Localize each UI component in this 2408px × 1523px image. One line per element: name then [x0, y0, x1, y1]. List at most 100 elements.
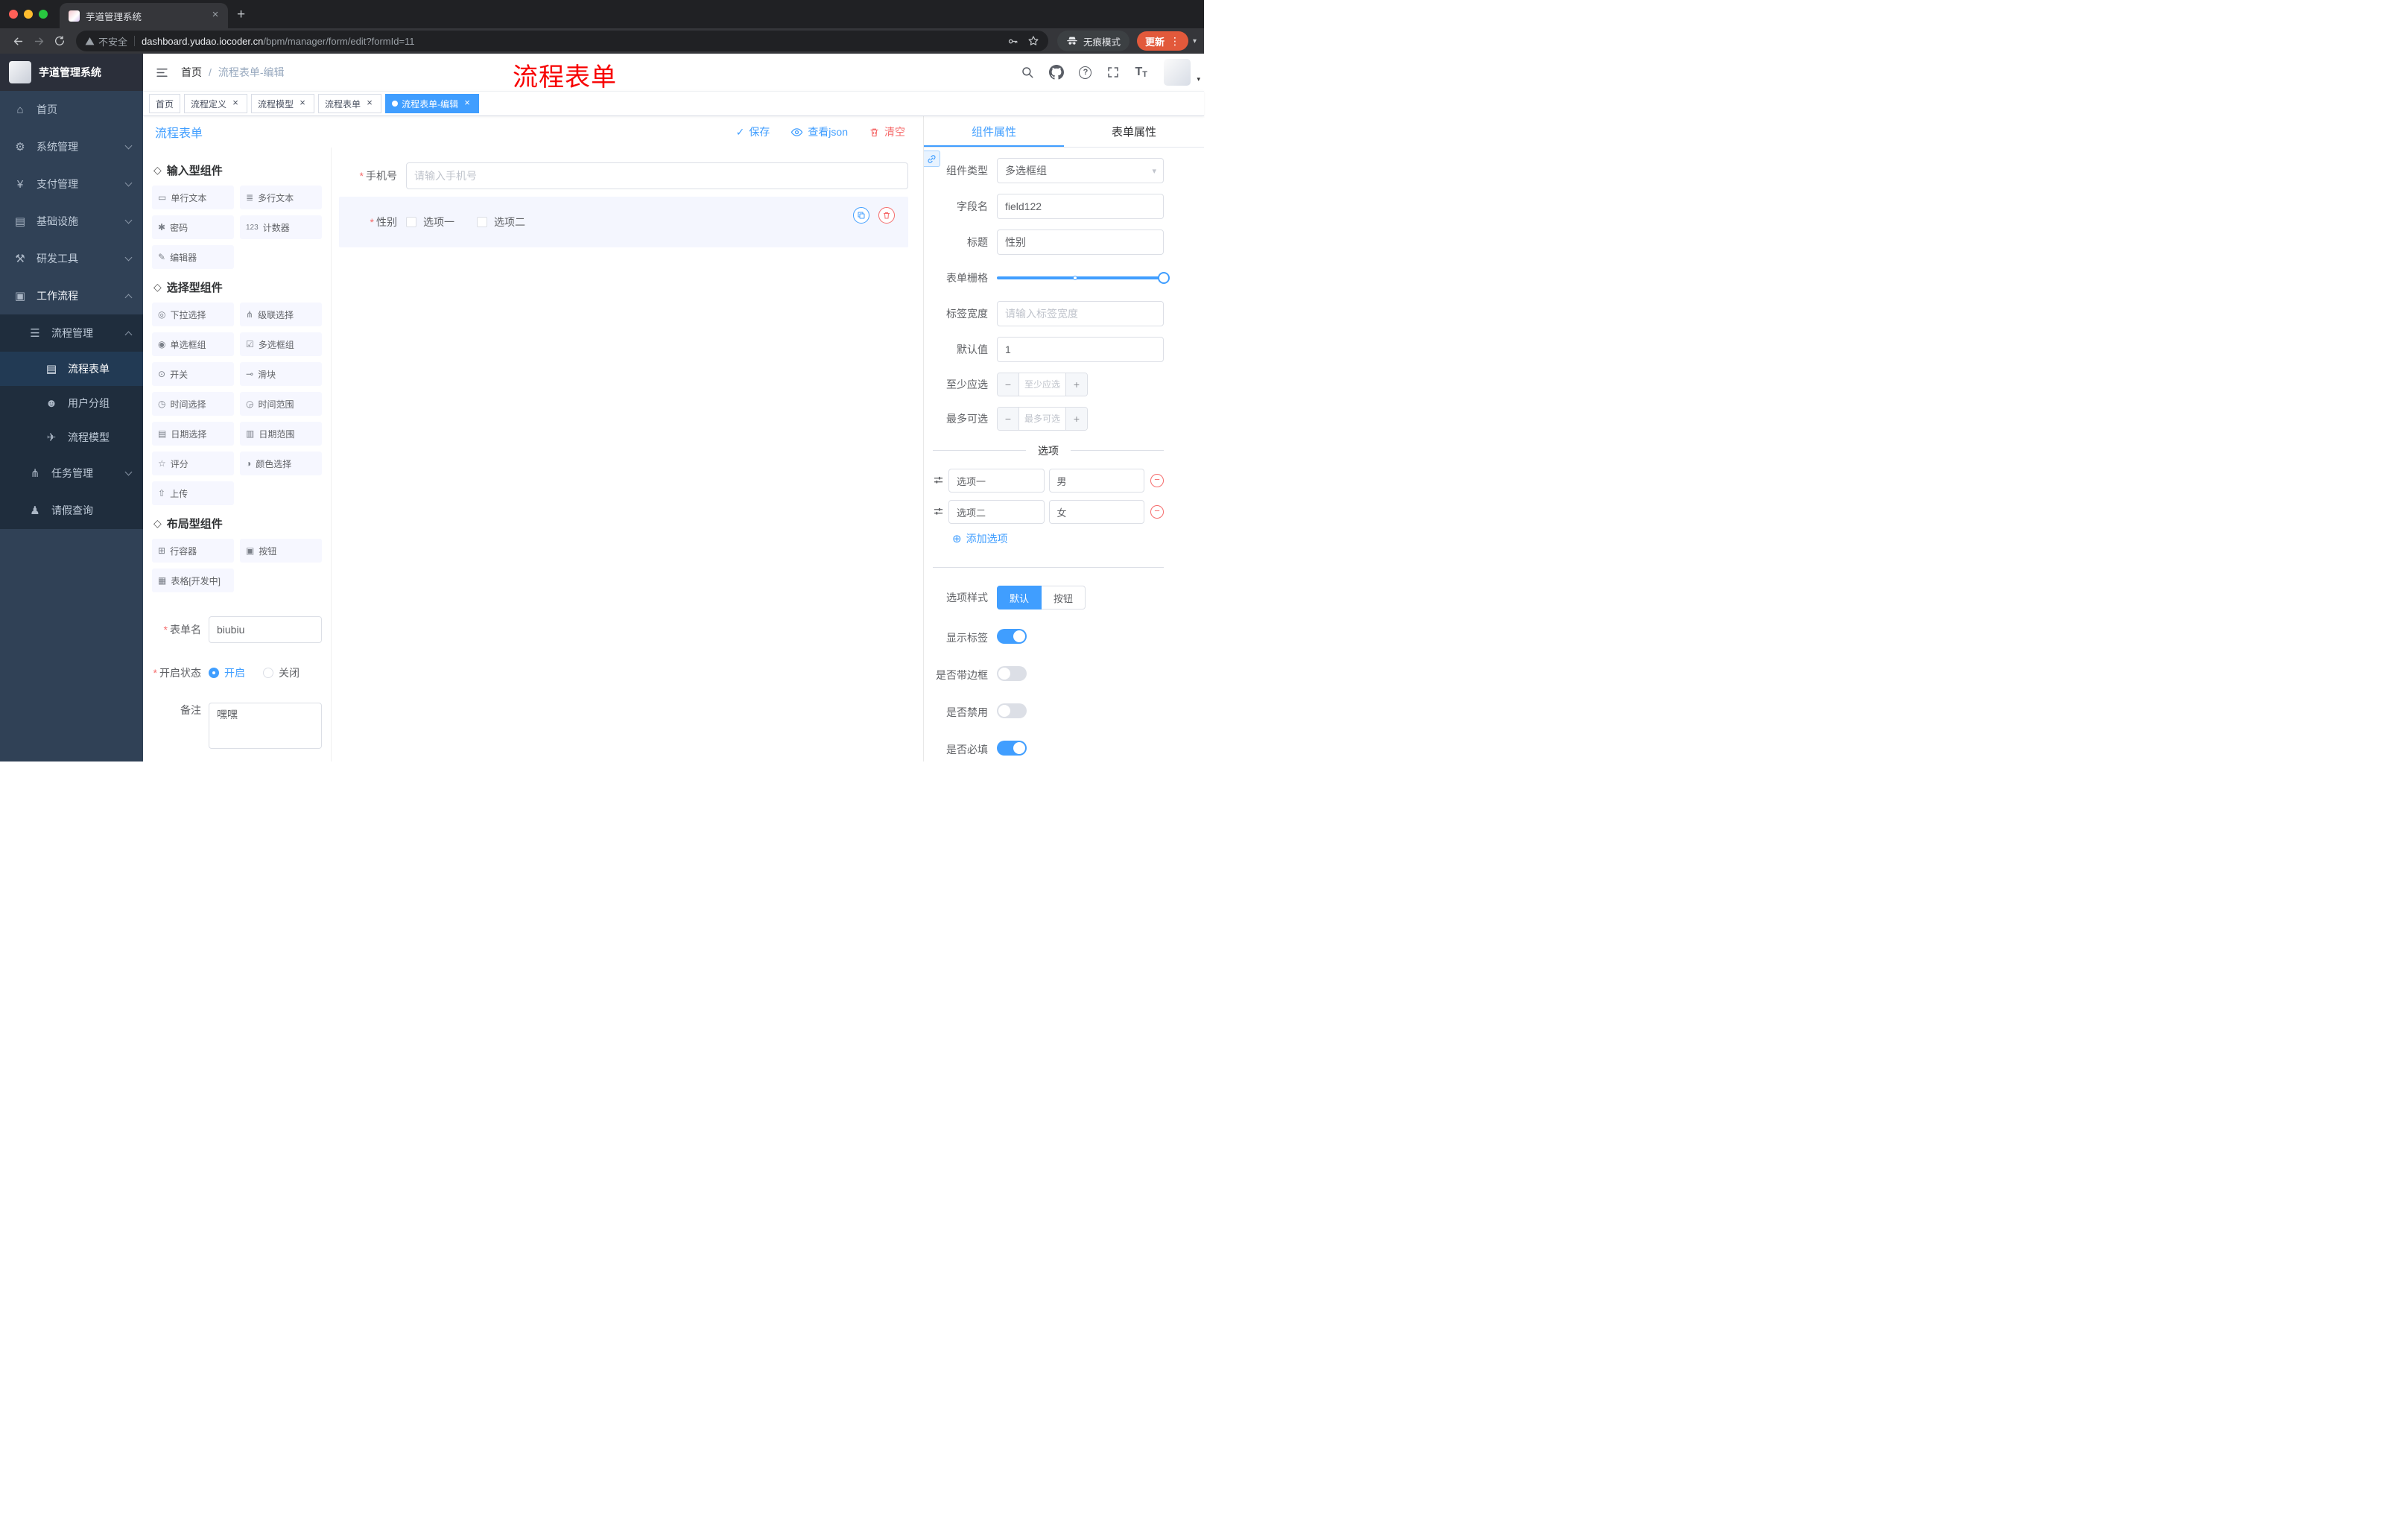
back-button[interactable] — [7, 31, 28, 51]
add-option-button[interactable]: ⊕ 添加选项 — [952, 531, 1164, 546]
tag-process-form-edit[interactable]: 流程表单-编辑 × — [385, 94, 480, 113]
drag-handle-icon[interactable] — [933, 475, 944, 487]
update-chrome-button[interactable]: 更新 ⋮ — [1136, 31, 1188, 51]
sidebar-item-home[interactable]: ⌂ 首页 — [0, 91, 143, 128]
decrease-button[interactable]: − — [998, 373, 1019, 396]
tag-process-definition[interactable]: 流程定义 × — [184, 94, 248, 113]
close-window-button[interactable] — [9, 10, 18, 19]
incognito-badge[interactable]: 无痕模式 — [1056, 31, 1129, 51]
status-on-radio[interactable]: 开启 — [209, 665, 245, 680]
bookmark-star-icon[interactable] — [1027, 35, 1039, 47]
increase-button[interactable]: + — [1065, 408, 1087, 430]
toolbar-caret-icon[interactable]: ▾ — [1193, 37, 1197, 45]
user-avatar[interactable]: ▾ — [1164, 59, 1200, 86]
palette-item-date-picker[interactable]: ▤ 日期选择 — [152, 422, 234, 446]
sidebar-item-process-form[interactable]: ▤ 流程表单 — [0, 352, 143, 386]
sidebar-item-workflow[interactable]: ▣ 工作流程 — [0, 277, 143, 314]
palette-item-slider[interactable]: ⊸ 滑块 — [240, 362, 322, 386]
remove-option-button[interactable]: − — [1150, 474, 1164, 487]
close-icon[interactable]: × — [364, 98, 375, 109]
option-value-input[interactable] — [1048, 469, 1144, 493]
palette-item-table[interactable]: ▦ 表格[开发中] — [152, 569, 234, 592]
browser-tab[interactable]: 芋道管理系统 × — [60, 3, 228, 28]
style-default-button[interactable]: 默认 — [997, 586, 1042, 609]
default-value-input[interactable] — [997, 337, 1164, 362]
palette-item-counter[interactable]: 123 计数器 — [240, 215, 322, 239]
close-icon[interactable]: × — [462, 98, 472, 109]
fullscreen-icon[interactable] — [1106, 66, 1120, 79]
palette-item-color-picker[interactable]: ◑ 颜色选择 — [240, 452, 322, 475]
disabled-switch[interactable] — [997, 703, 1027, 718]
font-size-icon[interactable]: TT — [1135, 66, 1147, 79]
tab-close-icon[interactable]: × — [209, 9, 222, 22]
sidebar-item-task-management[interactable]: ⋔ 任务管理 — [0, 455, 143, 492]
gender-option-2-checkbox[interactable]: 选项二 — [477, 215, 525, 229]
phone-field-item[interactable]: * 手机号 — [339, 162, 908, 189]
option-label-input[interactable] — [948, 500, 1045, 524]
tab-component-props[interactable]: 组件属性 — [924, 116, 1064, 147]
form-name-input[interactable] — [209, 616, 322, 643]
github-icon[interactable] — [1049, 65, 1065, 80]
tag-home[interactable]: 首页 — [149, 94, 181, 113]
palette-item-time-range[interactable]: ◶ 时间范围 — [240, 392, 322, 416]
show-label-switch[interactable] — [997, 629, 1027, 644]
palette-item-password[interactable]: ✱ 密码 — [152, 215, 234, 239]
palette-item-cascader[interactable]: ⋔ 级联选择 — [240, 303, 322, 326]
palette-item-rate[interactable]: ☆ 评分 — [152, 452, 234, 475]
slider-track[interactable] — [997, 272, 1170, 284]
sidebar-item-system[interactable]: ⚙ 系统管理 — [0, 128, 143, 165]
palette-item-row-container[interactable]: ⊞ 行容器 — [152, 539, 234, 563]
password-key-icon[interactable] — [1007, 36, 1018, 47]
palette-item-radio-group[interactable]: ◉ 单选框组 — [152, 332, 234, 356]
palette-item-single-text[interactable]: ▭ 单行文本 — [152, 186, 234, 209]
copy-component-button[interactable] — [853, 207, 869, 224]
title-input[interactable] — [997, 229, 1164, 255]
min-select-input[interactable] — [1019, 373, 1065, 396]
sidebar-item-devtools[interactable]: ⚒ 研发工具 — [0, 240, 143, 277]
delete-component-button[interactable] — [878, 207, 895, 224]
address-bar[interactable]: 不安全 dashboard.yudao.iocoder.cn /bpm/mana… — [76, 31, 1048, 51]
sidebar-item-infrastructure[interactable]: ▤ 基础设施 — [0, 203, 143, 240]
forward-button[interactable] — [28, 31, 49, 51]
search-icon[interactable] — [1021, 66, 1034, 79]
tag-process-form[interactable]: 流程表单 × — [318, 94, 382, 113]
palette-item-switch[interactable]: ⊙ 开关 — [152, 362, 234, 386]
sidebar-item-leave-query[interactable]: ♟ 请假查询 — [0, 492, 143, 529]
save-button[interactable]: ✓ 保存 — [736, 124, 770, 139]
hamburger-icon[interactable] — [155, 66, 169, 80]
phone-input[interactable] — [406, 162, 908, 189]
border-switch[interactable] — [997, 666, 1027, 681]
help-icon[interactable]: ? — [1079, 66, 1092, 79]
breadcrumb-home[interactable]: 首页 — [181, 65, 202, 80]
remark-textarea[interactable]: 嘿嘿 — [209, 703, 322, 749]
increase-button[interactable]: + — [1065, 373, 1087, 396]
view-json-button[interactable]: 查看json — [790, 124, 848, 139]
required-switch[interactable] — [997, 741, 1027, 756]
palette-item-button[interactable]: ▣ 按钮 — [240, 539, 322, 563]
field-name-input[interactable] — [997, 194, 1164, 219]
app-logo[interactable]: 芋道管理系统 — [0, 54, 143, 91]
sidebar-item-user-group[interactable]: ☻ 用户分组 — [0, 386, 143, 420]
option-label-input[interactable] — [948, 469, 1045, 493]
tag-process-model[interactable]: 流程模型 × — [251, 94, 315, 113]
zoom-window-button[interactable] — [39, 10, 48, 19]
close-icon[interactable]: × — [230, 98, 241, 109]
drag-handle-icon[interactable] — [933, 507, 944, 518]
option-value-input[interactable] — [1048, 500, 1144, 524]
palette-item-time-picker[interactable]: ◷ 时间选择 — [152, 392, 234, 416]
palette-item-editor[interactable]: ✎ 编辑器 — [152, 245, 234, 269]
palette-item-upload[interactable]: ⇧ 上传 — [152, 481, 234, 505]
sidebar-item-payment[interactable]: ¥ 支付管理 — [0, 165, 143, 203]
reload-button[interactable] — [49, 31, 70, 51]
max-select-input[interactable] — [1019, 408, 1065, 430]
minimize-window-button[interactable] — [24, 10, 33, 19]
browser-menu-icon[interactable]: ⋮ — [1170, 35, 1180, 48]
link-handle-button[interactable] — [924, 151, 940, 167]
new-tab-button[interactable]: + — [237, 7, 245, 23]
drawing-board[interactable]: *手机号 *性别 选项一 选项二 — [332, 148, 923, 762]
remove-option-button[interactable]: − — [1150, 505, 1164, 519]
sidebar-item-process-model[interactable]: ✈ 流程模型 — [0, 420, 143, 455]
status-off-radio[interactable]: 关闭 — [263, 665, 300, 680]
sidebar-item-process-management[interactable]: ☰ 流程管理 — [0, 314, 143, 352]
gender-option-1-checkbox[interactable]: 选项一 — [406, 215, 454, 229]
